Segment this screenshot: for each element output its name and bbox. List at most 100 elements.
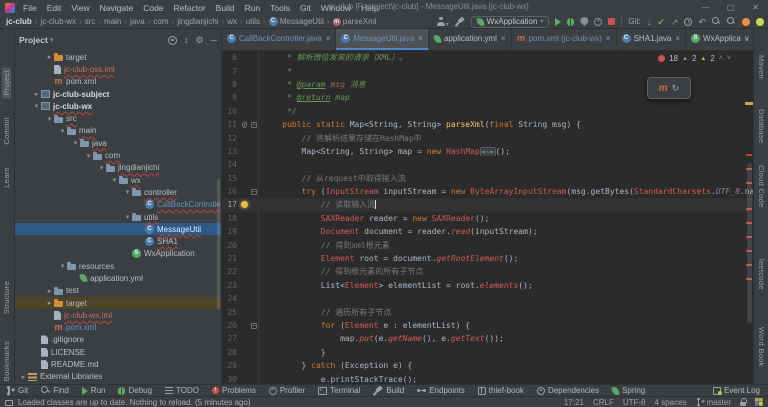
panel-settings-button[interactable]: ⚙: [196, 35, 204, 46]
toolwindow-button-thief-book[interactable]: thief-book: [478, 386, 524, 395]
find-in-files-button[interactable]: [727, 17, 736, 26]
tree-item-CallBackController[interactable]: CallBackController: [15, 199, 221, 211]
fold-marker[interactable]: −: [250, 118, 259, 131]
breadcrumb-item-main[interactable]: main: [104, 17, 121, 26]
toolwindow-button-build[interactable]: Build: [373, 386, 404, 396]
code-line-24[interactable]: 24: [222, 292, 753, 305]
tree-arrow-icon[interactable]: ▸: [45, 299, 54, 307]
menu-code[interactable]: Code: [142, 3, 164, 13]
tree-item-WxApplication[interactable]: WxApplication: [15, 248, 221, 260]
menu-edit[interactable]: Edit: [46, 3, 63, 13]
breadcrumb-item-utils[interactable]: utils: [246, 17, 260, 26]
intention-bulb-icon[interactable]: [239, 200, 250, 210]
tree-item-jc-club-wx.iml[interactable]: jc-club-wx.iml: [15, 309, 221, 321]
tree-item-com[interactable]: ▾com: [15, 149, 221, 161]
git-update-button[interactable]: ↓: [647, 17, 652, 27]
locate-file-button[interactable]: [168, 36, 177, 45]
code-line-13[interactable]: 13 Map<String, String> map = new HashMap…: [222, 145, 753, 158]
code-line-15[interactable]: 15 // 从request中取得输入流: [222, 172, 753, 185]
tree-arrow-icon[interactable]: ▾: [123, 213, 132, 221]
tree-item-SHA1[interactable]: SHA1: [15, 235, 221, 247]
toolwindow-button-terminal[interactable]: Terminal: [318, 386, 360, 395]
status-indent-style[interactable]: 4 spaces: [655, 398, 687, 407]
stripe-button-maven[interactable]: Maven: [757, 55, 766, 79]
code-line-27[interactable]: 27 map.put(e.getName(), e.getText());: [222, 332, 753, 345]
breadcrumb-item-jc-club[interactable]: jc-club: [6, 17, 32, 26]
expand-collapse-button[interactable]: ↕: [184, 35, 189, 45]
status-line-ending[interactable]: CRLF: [593, 398, 614, 407]
code-line-23[interactable]: 23 List<Element> elementList = root.elem…: [222, 279, 753, 292]
tree-arrow-icon[interactable]: ▾: [97, 164, 106, 172]
tree-item-jingdianjichi[interactable]: ▾jingdianjichi: [15, 162, 221, 174]
menu-navigate[interactable]: Navigate: [99, 3, 135, 13]
status-caret-position[interactable]: 17:21: [564, 398, 584, 407]
toolwindow-button-todo[interactable]: TODO: [165, 386, 199, 395]
toolwindow-button-find[interactable]: Find: [41, 386, 69, 395]
tree-item-resources[interactable]: ▾resources: [15, 260, 221, 272]
stripe-button-structure[interactable]: Structure: [2, 281, 11, 314]
tree-arrow-icon[interactable]: ▾: [84, 152, 93, 160]
menu-build[interactable]: Build: [215, 3, 236, 13]
menu-run[interactable]: Run: [244, 3, 262, 13]
tab-application.yml[interactable]: application.yml×: [429, 29, 512, 50]
tree-item-jc-club-wx[interactable]: ▾jc-club-wx: [15, 100, 221, 112]
code-line-26[interactable]: 26− for (Element e : elementList) {: [222, 319, 753, 332]
stop-button[interactable]: [608, 18, 615, 25]
chevron-down-icon[interactable]: ∨: [744, 34, 750, 43]
editor-scrollbar[interactable]: [747, 163, 752, 323]
stripe-button-cloud-code[interactable]: Cloud Code: [757, 165, 766, 208]
tree-arrow-icon[interactable]: ▸: [45, 53, 54, 61]
user-profile-button[interactable]: ▾: [437, 13, 449, 31]
build-project-button[interactable]: [455, 17, 465, 27]
tree-item-pom.xml[interactable]: pom.xml: [15, 322, 221, 334]
code-line-19[interactable]: 19 Document document = reader.read(input…: [222, 225, 753, 238]
toolwindow-button-dependencies[interactable]: Dependencies: [537, 386, 599, 395]
stripe-button-word-book[interactable]: Word Book: [757, 327, 766, 367]
tree-item-utils[interactable]: ▾utils: [15, 211, 221, 223]
stripe-button-leetcode[interactable]: leetcode: [757, 259, 766, 290]
toolwindow-button-debug[interactable]: Debug: [118, 386, 152, 395]
tree-item-wx[interactable]: ▾wx: [15, 174, 221, 186]
tab-MessageUtil.java[interactable]: MessageUtil.java×: [336, 29, 429, 50]
code-line-21[interactable]: 21 Element root = document.getRootElemen…: [222, 252, 753, 265]
breadcrumb-item-src[interactable]: src: [85, 17, 96, 26]
plugin-grid-icon[interactable]: [755, 398, 763, 406]
code-line-14[interactable]: 14: [222, 158, 753, 171]
hide-panel-button[interactable]: ─: [211, 35, 217, 45]
fold-marker[interactable]: −: [250, 185, 259, 198]
menu-file[interactable]: File: [22, 3, 38, 13]
tree-item-pom.xml[interactable]: pom.xml: [15, 76, 221, 88]
tree-item-LICENSE[interactable]: LICENSE: [15, 346, 221, 358]
breadcrumb-item-parseXml[interactable]: parseXml: [333, 17, 377, 26]
caret-stripe-mark[interactable]: [745, 102, 753, 105]
breadcrumb-item-MessageUtil[interactable]: MessageUtil: [269, 17, 324, 26]
tree-item-External Libraries[interactable]: ▸External Libraries: [15, 371, 221, 383]
close-tab-icon[interactable]: ×: [418, 34, 423, 43]
readonly-lock-icon[interactable]: [740, 402, 746, 407]
close-tab-icon[interactable]: ×: [675, 34, 680, 43]
toolwindow-button-endpoints[interactable]: Endpoints: [417, 386, 465, 395]
next-problem-button[interactable]: ˅: [727, 55, 731, 62]
debug-button[interactable]: [567, 18, 574, 26]
code-line-17[interactable]: 17 // 读取输入流: [222, 198, 753, 211]
maven-reload-button[interactable]: m ↻: [647, 77, 691, 99]
rollback-button[interactable]: ↶: [698, 17, 706, 27]
code-line-28[interactable]: 28 }: [222, 346, 753, 359]
code-line-29[interactable]: 29 } catch (Exception e) {: [222, 359, 753, 372]
stripe-button-commit[interactable]: Commit: [2, 117, 11, 145]
tree-item-.gitignore[interactable]: .gitignore: [15, 334, 221, 346]
menu-refactor[interactable]: Refactor: [173, 3, 207, 13]
tree-item-src[interactable]: ▾src: [15, 112, 221, 124]
stripe-button-database[interactable]: Database: [757, 109, 766, 144]
git-commit-button[interactable]: ✔: [657, 17, 665, 27]
run-configuration-select[interactable]: WxApplication ▾: [471, 16, 550, 28]
tree-arrow-icon[interactable]: ▾: [58, 262, 67, 270]
toolwindow-button-event-log[interactable]: Event Log: [713, 386, 760, 395]
code-line-11[interactable]: 11@− public static Map<String, String> p…: [222, 118, 753, 131]
tree-item-target[interactable]: ▸target: [15, 51, 221, 63]
tree-arrow-icon[interactable]: ▾: [71, 139, 80, 147]
tree-item-target[interactable]: ▸target: [15, 297, 221, 309]
stripe-button-learn[interactable]: Learn: [2, 167, 11, 188]
stripe-button-project[interactable]: Project: [2, 67, 11, 98]
code-editor[interactable]: 18 ▲ 2 ▲ 2 ˄ ˅ m ↻ 6 * 解析微信发来的请求（XML）。7 …: [222, 51, 753, 384]
